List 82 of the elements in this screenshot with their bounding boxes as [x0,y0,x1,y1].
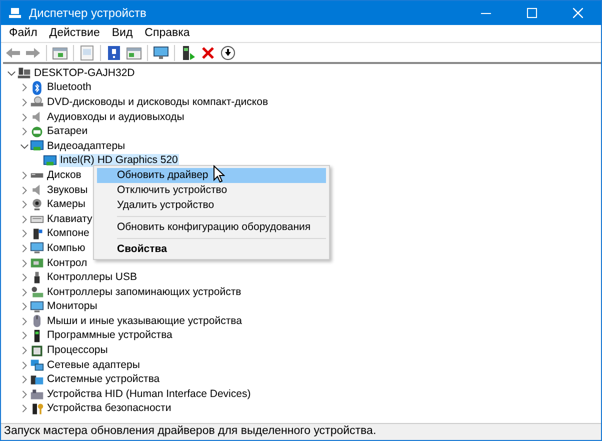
status-bar-text: Запуск мастера обновления драйверов для выделенного устройства. [1,423,601,440]
download-icon[interactable] [220,44,236,60]
expand-chevron-icon[interactable] [20,331,28,340]
tree-item[interactable]: Аудиовходы и аудиовыходы [46,110,186,124]
computer-icon [17,66,31,80]
expand-chevron-icon[interactable] [20,316,28,326]
expand-chevron-icon[interactable] [20,83,28,92]
menu-item[interactable]: Удалить устройство [97,198,326,213]
processor-icon [30,344,44,358]
tree-item[interactable]: Контрол [46,256,88,270]
update-driver-icon[interactable] [180,44,196,60]
tree-item[interactable]: Контроллеры запоминающих устройств [46,286,242,299]
tree-item[interactable]: Камеры [46,198,86,212]
expand-chevron-icon[interactable] [20,200,28,210]
window-title: Диспетчер устройств [29,5,146,22]
controller-card-icon [30,256,44,270]
expand-chevron-icon[interactable] [20,186,28,195]
collapse-chevron-icon[interactable] [20,142,28,151]
expand-chevron-icon[interactable] [20,360,28,370]
tree-item[interactable]: Мониторы [46,300,98,314]
webcam-icon [30,198,44,212]
monitor-icon [30,300,44,314]
expand-chevron-icon[interactable] [20,288,28,297]
menu-item[interactable]: Отключить устройство [97,183,326,198]
expand-chevron-icon[interactable] [20,112,28,122]
monitor-icon [30,241,44,256]
tree-item[interactable]: Bluetooth [46,81,92,94]
expand-chevron-icon[interactable] [20,229,28,238]
tree-item[interactable]: Дисков [46,168,82,182]
expand-chevron-icon[interactable] [20,273,28,282]
battery-icon [30,124,44,139]
disc-drive-icon [30,95,44,110]
expand-chevron-icon[interactable] [20,375,28,384]
tree-item[interactable]: Звуковы [46,184,89,197]
properties-sheet-icon[interactable] [79,44,95,60]
security-key-icon [30,402,44,416]
expand-chevron-icon[interactable] [20,127,28,136]
computer-icon [7,5,23,21]
tree-item[interactable]: Видеоадаптеры [46,140,126,153]
display-adapter-icon [30,139,44,154]
window-panel-icon[interactable] [52,44,68,60]
help-icon[interactable] [106,44,122,60]
tree-item[interactable]: DVD-дисководы и дисководы компакт-дисков [46,96,270,109]
expand-chevron-icon[interactable] [20,98,28,107]
tree-item[interactable]: Системные устройства [46,373,161,386]
window-panel-icon[interactable] [126,44,142,60]
expand-chevron-icon[interactable] [20,390,28,399]
menu-item[interactable]: Файл [3,24,44,42]
mouse-cursor-icon [213,165,225,183]
menu-item[interactable]: Обновить драйвер [97,168,326,183]
tree-item[interactable]: Батареи [46,125,89,138]
tree-item[interactable]: Процессоры [46,344,109,358]
tree-item[interactable]: Компоне [46,227,90,240]
bluetooth-icon [30,80,44,95]
menu-item[interactable]: Вид [106,24,139,42]
network-icon [30,358,44,372]
expand-chevron-icon[interactable] [20,258,28,268]
display-adapter-icon [43,154,57,168]
expand-chevron-icon[interactable] [20,214,28,224]
expand-chevron-icon[interactable] [20,244,28,253]
collapse-chevron-icon[interactable] [6,68,16,78]
tree-item[interactable]: Устройства HID (Human Interface Devices) [46,388,252,401]
menu-item[interactable]: Действие [43,24,106,42]
menu-item[interactable]: Обновить конфигурацию оборудования [97,220,326,235]
tree-item[interactable]: Клавиату [46,212,94,226]
monitor-icon[interactable] [153,44,169,60]
menu-item[interactable]: Свойства [97,242,326,257]
tree-item[interactable]: DESKTOP-GAJH32D [33,66,136,80]
expand-chevron-icon[interactable] [20,302,28,312]
expand-chevron-icon[interactable] [20,170,28,180]
tree-item[interactable]: Контроллеры USB [46,271,138,284]
tree-item[interactable]: Сетевые адаптеры [46,358,141,372]
tree-item[interactable]: Программные устройства [46,329,174,342]
expand-chevron-icon[interactable] [20,346,28,356]
tree-item[interactable]: Компью [46,242,86,255]
maximize-icon [527,8,537,18]
tree-item[interactable]: Мыши и иные указывающие устройства [46,314,243,328]
close-icon [573,8,583,18]
expand-chevron-icon[interactable] [20,404,28,414]
menu-item[interactable]: Справка [138,24,196,42]
delete-icon[interactable] [200,44,216,60]
tree-item[interactable]: Устройства безопасности [46,402,172,416]
